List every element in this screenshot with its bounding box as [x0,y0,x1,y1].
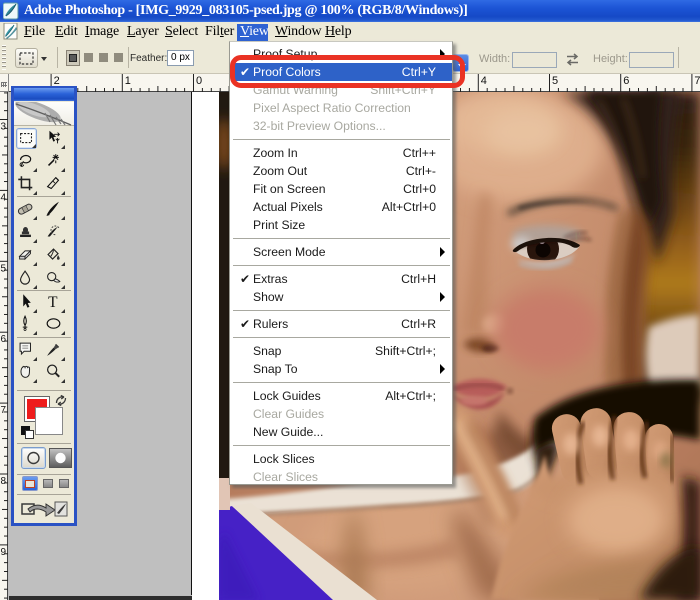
svg-text:0: 0 [196,75,202,87]
svg-text:T: T [48,294,58,311]
svg-text:6: 6 [1,334,7,345]
svg-text:7: 7 [1,405,7,416]
svg-text:6: 6 [623,75,629,87]
svg-text:4: 4 [481,75,487,87]
svg-text:8: 8 [1,476,7,487]
svg-text:9: 9 [1,547,7,558]
svg-text:1: 1 [125,75,131,87]
svg-text:5: 5 [552,75,558,87]
svg-text:7: 7 [694,75,700,87]
svg-text:4: 4 [1,192,7,203]
svg-text:3: 3 [1,122,7,133]
svg-text:5: 5 [1,263,7,274]
